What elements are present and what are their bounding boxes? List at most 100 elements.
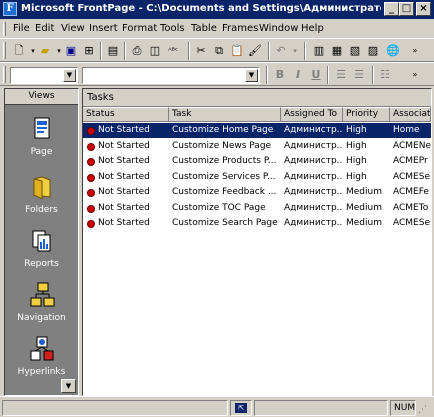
title-bar[interactable]: F Microsoft FrontPage - C:\Documents and… [0, 0, 434, 19]
toolbar-separator [124, 42, 126, 60]
new-page-icon[interactable]: 🗋 [12, 44, 26, 58]
table-row[interactable]: Not Started Customize Products P... Админи… [83, 154, 431, 169]
web-component-icon[interactable]: ▥ [312, 44, 326, 58]
style-select[interactable]: ▼ [10, 67, 78, 84]
cell-associated: ACMENe [393, 140, 431, 151]
view-folders[interactable]: Folders [5, 167, 78, 223]
cell-task: Customize Feedback ... [172, 187, 277, 197]
toolbar-options-icon[interactable]: » [408, 68, 422, 82]
align-center-icon[interactable]: ☰ [352, 68, 366, 82]
cut-icon[interactable]: ✂ [194, 44, 208, 58]
view-reports-label: Reports [24, 259, 59, 269]
tasks-header-row: Status Task Assigned To Priority Associa… [83, 107, 431, 122]
bold-button[interactable]: B [273, 68, 287, 82]
cell-priority: Medium [346, 202, 382, 213]
cell-associated: Home [393, 125, 420, 135]
font-select[interactable]: ▼ [82, 67, 260, 84]
folder-list-icon[interactable]: ▤ [106, 44, 120, 58]
hyperlink-icon[interactable]: 🌐 [386, 44, 400, 58]
toolbar-separator [268, 42, 270, 60]
menu-table[interactable]: Table [191, 22, 217, 35]
underline-button[interactable]: U [309, 68, 323, 82]
spelling-icon[interactable]: ᴬᴮᶜ [166, 44, 180, 58]
italic-button[interactable]: I [291, 68, 305, 82]
views-header: Views [5, 89, 78, 105]
close-button[interactable]: × [416, 2, 431, 16]
status-empty-panel [254, 400, 388, 416]
print-icon[interactable]: ⎙ [130, 44, 144, 58]
status-dot-icon [87, 173, 95, 182]
menu-frames[interactable]: Frames [222, 22, 258, 35]
maximize-button[interactable]: □ [399, 2, 414, 16]
column-associated[interactable]: Associate [390, 107, 431, 122]
column-assigned-to[interactable]: Assigned To [281, 107, 343, 122]
folder-view-icon [33, 176, 50, 200]
insert-image-icon[interactable]: ▨ [366, 44, 380, 58]
minimize-button[interactable]: _ [384, 2, 399, 16]
cell-associated: ACMEPr [393, 156, 428, 166]
window-title: Microsoft FrontPage - C:\Documents and S… [21, 3, 381, 14]
cell-task: Customize Services P... [172, 171, 276, 182]
menu-format[interactable]: Format [122, 22, 157, 35]
view-page[interactable]: Page [5, 109, 78, 165]
toolbar-separator [327, 66, 329, 84]
cell-status: Not Started [98, 218, 150, 228]
menu-tools[interactable]: Tools [160, 22, 185, 35]
toolbar-separator [304, 42, 306, 60]
toolbar-grip[interactable] [3, 42, 6, 59]
table-row[interactable]: Not Started Customize Feedback ... Админис… [83, 185, 431, 200]
menu-edit[interactable]: Edit [35, 22, 54, 35]
view-reports[interactable]: Reports [5, 221, 78, 277]
menu-file[interactable]: File [13, 22, 30, 35]
publish-icon[interactable]: ⊞ [82, 44, 96, 58]
table-row[interactable]: Not Started Customize News Page Администр.… [83, 139, 431, 154]
view-hyperlinks[interactable]: Hyperlinks [5, 329, 78, 385]
insert-picture-icon[interactable]: ▧ [348, 44, 362, 58]
toolbar-options-icon[interactable]: » [408, 44, 422, 58]
toolbar-separator [266, 66, 268, 84]
align-left-icon[interactable]: ☰ [334, 68, 348, 82]
undo-dropdown-icon[interactable]: ▾ [288, 44, 302, 58]
status-dot-icon [87, 127, 95, 135]
views-scroll-down-icon[interactable]: ▼ [61, 379, 76, 393]
frontpage-icon[interactable]: F [3, 2, 17, 16]
preview-icon[interactable]: ◫ [148, 44, 162, 58]
view-navigation[interactable]: Navigation [5, 275, 78, 331]
table-row[interactable]: Not Started Customize TOC Page Администр..… [83, 201, 431, 216]
page-view-icon [34, 117, 49, 139]
views-bar: Views Page Folders Reports Navigation Hy… [4, 88, 79, 396]
status-dot-icon [87, 189, 95, 197]
menu-insert[interactable]: Insert [89, 22, 118, 35]
chevron-down-icon[interactable]: ▼ [63, 69, 76, 82]
toolbar-grip[interactable] [3, 66, 6, 83]
view-navigation-label: Navigation [17, 313, 66, 323]
table-row[interactable]: Not Started Customize Search Page Админист… [83, 216, 431, 231]
cell-task: Customize Products P... [172, 156, 277, 166]
status-dot-icon [87, 142, 95, 151]
menu-view[interactable]: View [61, 22, 85, 35]
insert-table-icon[interactable]: ▦ [330, 44, 344, 58]
view-page-label: Page [30, 147, 53, 157]
save-icon[interactable]: ▣ [64, 44, 78, 58]
standard-toolbar: 🗋 ▾ ▰ ▾ ▣ ⊞ ▤ ⎙ ◫ ᴬᴮᶜ ✂ ⧉ 📋 🖌 ↶ ▾ ▥ ▦ ▧ … [0, 38, 434, 62]
format-painter-icon[interactable]: 🖌 [248, 44, 262, 58]
undo-icon[interactable]: ↶ [274, 44, 288, 58]
paste-icon[interactable]: 📋 [230, 44, 244, 58]
menu-grip[interactable] [3, 22, 6, 36]
cell-assigned-to: Администр... [284, 125, 343, 135]
navigation-view-icon [30, 282, 54, 307]
column-status[interactable]: Status [83, 107, 169, 122]
menu-help[interactable]: Help [301, 22, 324, 35]
table-row[interactable]: Not Started Customize Home Page Администр.… [83, 123, 431, 138]
resize-grip-icon[interactable]: ⋰ [418, 403, 432, 417]
copy-icon[interactable]: ⧉ [212, 44, 226, 58]
column-priority[interactable]: Priority [343, 107, 390, 122]
table-row[interactable]: Not Started Customize Services P... Админи… [83, 170, 431, 185]
tasks-title: Tasks [83, 89, 431, 107]
open-folder-icon[interactable]: ▰ [38, 44, 52, 58]
cell-associated: ACMETo [393, 202, 429, 213]
column-task[interactable]: Task [169, 107, 281, 122]
menu-window[interactable]: Window [259, 22, 298, 35]
chevron-down-icon[interactable]: ▼ [245, 69, 258, 82]
numbered-list-icon[interactable]: ☷ [378, 68, 392, 82]
